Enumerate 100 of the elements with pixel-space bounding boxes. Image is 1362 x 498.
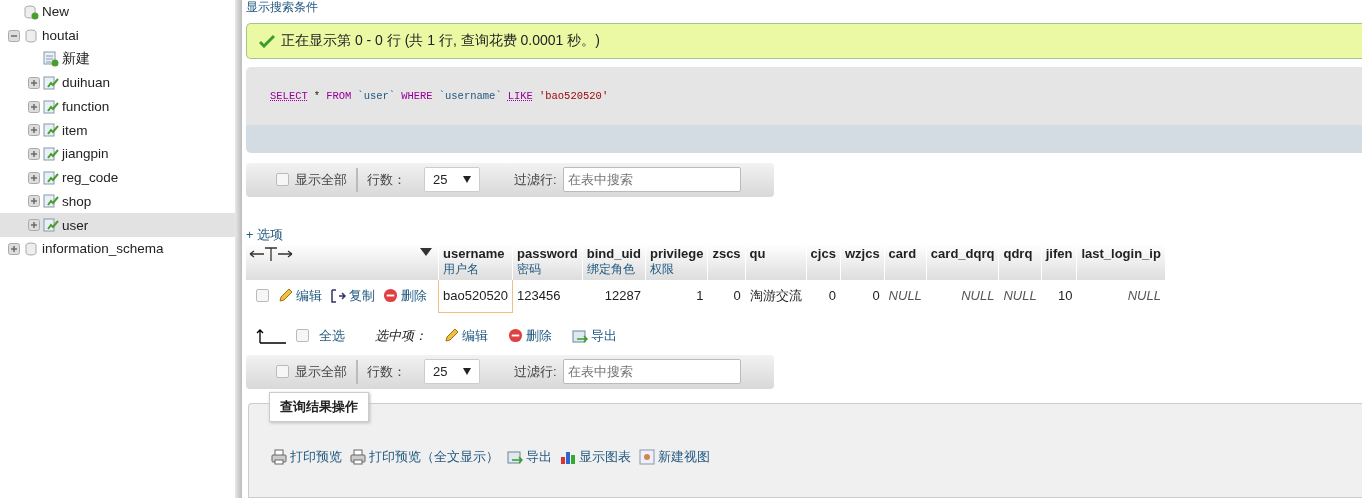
printer-icon	[350, 448, 366, 465]
expand-toggle-icon[interactable]	[28, 100, 40, 113]
tree-item[interactable]: reg_code	[62, 170, 119, 186]
export-icon	[507, 448, 523, 465]
expand-toggle-icon[interactable]	[28, 76, 40, 89]
select-all-link[interactable]: 全选	[319, 326, 345, 345]
sql-token: FROM	[326, 90, 352, 103]
bulk-action-link[interactable]: 导出	[572, 326, 617, 345]
tree-item[interactable]: 新建	[62, 50, 90, 69]
tree-item[interactable]: jiangpin	[62, 146, 109, 162]
copy-icon	[330, 287, 346, 304]
panel-legend: 查询结果操作	[269, 391, 369, 422]
message-text: 正在显示第 0 - 0 行 (共 1 行, 查询花费 0.0001 秒。)	[281, 31, 600, 50]
tree-item[interactable]: information_schema	[42, 241, 164, 257]
table-icon	[43, 217, 59, 234]
tree-item[interactable]: item	[62, 122, 88, 138]
expand-toggle-icon[interactable]	[8, 29, 20, 42]
dropdown-icon	[463, 176, 471, 184]
table-cell: 10	[1041, 279, 1077, 313]
row-action-link[interactable]: 编辑	[277, 286, 322, 305]
table-cell: 123456	[512, 279, 583, 313]
tree-item[interactable]: duihuan	[62, 75, 111, 91]
table-add-icon	[43, 51, 59, 68]
row-action-link[interactable]: 复制	[330, 286, 375, 305]
database-icon	[23, 240, 39, 257]
checkbox-label: 显示全部	[295, 170, 347, 189]
column-header[interactable]: username	[443, 245, 509, 261]
export-icon	[572, 327, 588, 344]
bulk-action-link[interactable]: 删除	[508, 326, 552, 345]
table-icon	[43, 193, 59, 210]
column-comment: 密码	[517, 261, 543, 278]
column-header[interactable]: password	[517, 245, 578, 261]
checkbox[interactable]	[276, 365, 289, 379]
expand-toggle-icon[interactable]	[28, 219, 40, 232]
column-header[interactable]: bind_uid	[586, 245, 641, 261]
tree-item[interactable]: shop	[62, 193, 92, 209]
tree-item[interactable]: user	[62, 217, 89, 233]
sql-keyword-link[interactable]: SELECT	[270, 90, 308, 103]
database-add-icon	[23, 3, 39, 20]
search-toggle-link[interactable]: 显示搜索条件	[246, 0, 318, 14]
operation-link[interactable]: 显示图表	[560, 447, 631, 466]
delete-icon	[383, 288, 398, 304]
printer-icon	[271, 448, 287, 465]
row-checkbox[interactable]	[256, 289, 269, 303]
table-icon	[43, 74, 59, 91]
bulk-action-link[interactable]: 编辑	[443, 326, 488, 345]
pencil-icon	[277, 287, 293, 304]
table-cell: NULL	[884, 279, 927, 313]
sql-token: `user`	[357, 90, 396, 103]
expand-toggle-icon[interactable]	[8, 242, 20, 255]
table-icon	[43, 145, 59, 162]
table-icon	[43, 169, 59, 186]
table-cell: 1	[645, 279, 708, 313]
column-header[interactable]: privilege	[649, 245, 704, 261]
view-icon	[639, 448, 655, 465]
pencil-icon	[443, 327, 459, 344]
dropdown-icon	[463, 368, 471, 376]
expand-toggle-icon[interactable]	[28, 124, 40, 137]
operation-link[interactable]: 打印预览（全文显示）	[350, 447, 499, 466]
filter-label: 过滤行:	[514, 362, 557, 381]
sql-token: WHERE	[401, 90, 433, 103]
table-icon	[43, 122, 59, 139]
table-cell: 0	[707, 279, 746, 313]
table-cell: 0	[806, 279, 841, 313]
rows-select[interactable]: 25	[424, 167, 480, 193]
table-cell: 0	[840, 279, 885, 313]
dropdown-icon[interactable]	[420, 247, 432, 256]
select-all-checkbox[interactable]	[296, 329, 309, 343]
column-comment: 用户名	[443, 260, 480, 278]
checkbox[interactable]	[276, 173, 289, 187]
with-selected-label: 选中项：	[375, 326, 427, 345]
arrow-up-icon	[256, 327, 286, 344]
operation-link[interactable]: 新建视图	[639, 447, 710, 466]
sql-keyword-link[interactable]: LIKE	[507, 90, 533, 103]
database-icon	[23, 27, 39, 44]
expand-toggle-icon[interactable]	[28, 147, 40, 160]
sql-token: *	[313, 90, 321, 103]
tree-item[interactable]: function	[62, 99, 110, 115]
options-link[interactable]: + 选项	[246, 226, 283, 244]
table-cell: NULL	[1076, 279, 1166, 313]
checkmark-icon	[259, 33, 275, 48]
sidebar-resize-handle[interactable]	[235, 0, 242, 498]
table-cell: 淘游交流	[745, 279, 807, 313]
filter-label: 过滤行:	[514, 170, 557, 189]
checkbox-label: 显示全部	[295, 362, 347, 381]
expand-toggle-icon[interactable]	[28, 195, 40, 208]
column-comment: 权限	[649, 261, 675, 278]
filter-field[interactable]: 在表中搜索	[562, 359, 741, 385]
sql-token: 'bao520520'	[538, 90, 609, 103]
table-cell: NULL	[998, 279, 1042, 313]
row-action-link[interactable]: 删除	[383, 286, 427, 305]
operation-link[interactable]: 打印预览	[271, 447, 342, 466]
rows-label: 行数：	[367, 362, 406, 381]
table-cell: 12287	[582, 279, 646, 313]
tree-item[interactable]: houtai	[42, 28, 79, 44]
expand-toggle-icon[interactable]	[28, 171, 40, 184]
tree-item[interactable]: New	[42, 4, 69, 20]
filter-field[interactable]: 在表中搜索	[562, 167, 741, 193]
operation-link[interactable]: 导出	[507, 447, 552, 466]
rows-select[interactable]: 25	[424, 359, 480, 385]
